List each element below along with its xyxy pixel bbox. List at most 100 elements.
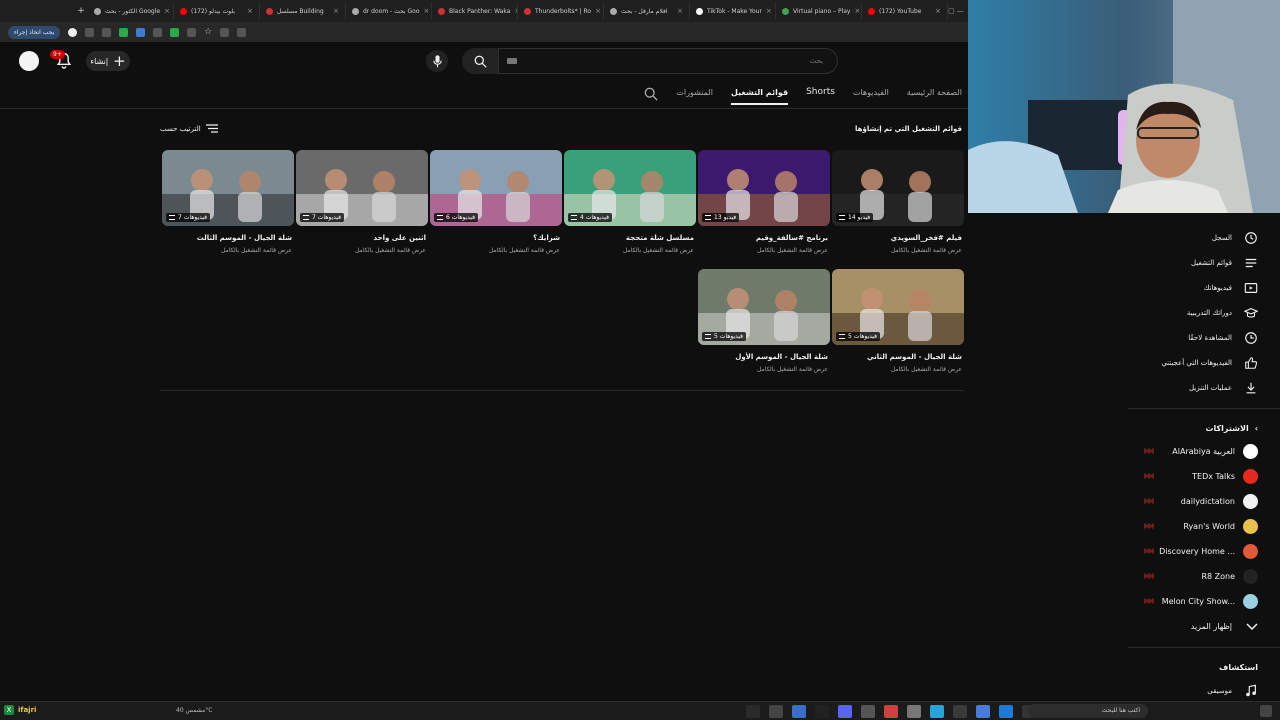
- close-tab-icon[interactable]: ×: [424, 7, 430, 15]
- sidebar-item[interactable]: السجل: [1128, 225, 1280, 250]
- close-tab-icon[interactable]: ×: [935, 7, 941, 15]
- view-full-playlist-link[interactable]: عرض قائمة التشغيل بالكامل: [757, 247, 828, 254]
- close-tab-icon[interactable]: ×: [514, 7, 517, 15]
- app-x-icon[interactable]: X: [4, 705, 14, 715]
- taskbar-app-icon[interactable]: [976, 705, 990, 718]
- close-tab-icon[interactable]: ×: [247, 7, 253, 15]
- close-tab-icon[interactable]: ×: [677, 7, 683, 15]
- taskbar-app-icon[interactable]: [746, 705, 760, 718]
- playlist-title[interactable]: شلة الجيال - الموسم الثالث: [197, 234, 292, 242]
- playlist-thumbnail[interactable]: 7 فيديوهات: [296, 150, 428, 226]
- tab-home[interactable]: الصفحة الرئيسية: [907, 88, 962, 101]
- taskbar-app-icon[interactable]: [861, 705, 875, 718]
- taskbar-app-icon[interactable]: [907, 705, 921, 718]
- sidebar-item[interactable]: عمليات التنزيل: [1128, 375, 1280, 400]
- bookmark-star-icon[interactable]: ☆: [204, 27, 212, 37]
- close-tab-icon[interactable]: ×: [333, 7, 339, 15]
- taskbar-app-icon[interactable]: [953, 705, 967, 718]
- voice-search-button[interactable]: [426, 50, 448, 72]
- sidebar-item[interactable]: فيديوهاتك: [1128, 275, 1280, 300]
- subscription-item[interactable]: Melon City Show...: [1128, 589, 1280, 614]
- playlist-card[interactable]: 5 فيديوهات شلة الجيال - الموسم الأول عرض ق…: [698, 269, 830, 380]
- playlist-card[interactable]: 13 فيديو برنامج #سالفة_وقيم عرض قائمة التش…: [698, 150, 830, 261]
- extension-icon[interactable]: [119, 27, 129, 37]
- tab-shorts[interactable]: Shorts: [806, 87, 835, 101]
- view-full-playlist-link[interactable]: عرض قائمة التشغيل بالكامل: [355, 247, 426, 254]
- close-tab-icon[interactable]: ×: [164, 7, 170, 15]
- extension-icon[interactable]: [187, 27, 197, 37]
- playlist-thumbnail[interactable]: 6 فيديوهات: [430, 150, 562, 226]
- browser-tab[interactable]: الكثور - بحث Google ×: [88, 2, 174, 20]
- browser-tab[interactable]: Virtual piano – Play ×: [776, 2, 862, 20]
- extension-icon[interactable]: [136, 27, 146, 37]
- search-input[interactable]: [498, 48, 838, 74]
- window-controls[interactable]: — ▢: [948, 7, 964, 15]
- channel-search-icon[interactable]: [644, 87, 658, 101]
- view-full-playlist-link[interactable]: عرض قائمة التشغيل بالكامل: [221, 247, 292, 254]
- taskbar-search[interactable]: اكتب هنا للبحث: [1028, 704, 1148, 718]
- playlist-card[interactable]: 7 فيديوهات شلة الجيال - الموسم الثالث عرض …: [162, 150, 294, 261]
- tab-playlists[interactable]: قوائم التشغيل: [730, 88, 789, 105]
- zoom-icon[interactable]: [220, 27, 230, 37]
- extension-icon[interactable]: [153, 27, 163, 37]
- create-button[interactable]: إنشاء +: [86, 51, 130, 71]
- browser-tab[interactable]: (172) YouTube ×: [862, 2, 948, 20]
- extension-icon[interactable]: [170, 27, 180, 37]
- view-full-playlist-link[interactable]: عرض قائمة التشغيل بالكامل: [623, 247, 694, 254]
- view-full-playlist-link[interactable]: عرض قائمة التشغيل بالكامل: [757, 366, 828, 373]
- playlist-card[interactable]: 5 فيديوهات شلة الجيال - الموسم الثاني عرض …: [832, 269, 964, 380]
- browser-tab[interactable]: افلام مارفل - بحث ×: [604, 2, 690, 20]
- playlist-title[interactable]: فيلم #فخر_السويدي: [891, 234, 962, 242]
- weather-widget[interactable]: مشمس 40°C: [176, 707, 212, 714]
- subscription-item[interactable]: dailydictation: [1128, 489, 1280, 514]
- close-tab-icon[interactable]: ×: [854, 7, 860, 15]
- share-icon[interactable]: [237, 27, 247, 37]
- playlist-card[interactable]: 4 فيديوهات مسلسل شلة متحجة عرض قائمة التشغ…: [564, 150, 696, 261]
- settings-icon[interactable]: [769, 705, 783, 718]
- taskbar-app-icon[interactable]: [884, 705, 898, 718]
- account-avatar[interactable]: [19, 51, 39, 71]
- extension-icon[interactable]: [85, 27, 95, 37]
- view-full-playlist-link[interactable]: عرض قائمة التشغيل بالكامل: [489, 247, 560, 254]
- terminal-icon[interactable]: [815, 705, 829, 718]
- new-tab-button[interactable]: +: [74, 6, 88, 16]
- start-button[interactable]: [1260, 705, 1272, 717]
- subscription-item[interactable]: Discovery Home ...: [1128, 539, 1280, 564]
- playlist-thumbnail[interactable]: 7 فيديوهات: [162, 150, 294, 226]
- playlist-card[interactable]: 6 فيديوهات شرايك؟ عرض قائمة التشغيل بالكام…: [430, 150, 562, 261]
- subscriptions-heading[interactable]: الاشتراكات ‹: [1128, 417, 1280, 439]
- keyboard-icon[interactable]: [507, 58, 517, 64]
- playlist-title[interactable]: مسلسل شلة متحجة: [626, 234, 694, 242]
- close-tab-icon[interactable]: ×: [595, 7, 601, 15]
- view-full-playlist-link[interactable]: عرض قائمة التشغيل بالكامل: [891, 247, 962, 254]
- sidebar-item[interactable]: الفيديوهات التي أعجبتني: [1128, 350, 1280, 375]
- subscription-item[interactable]: R8 Zone: [1128, 564, 1280, 589]
- browser-tab[interactable]: (172) بلوت بيدلو ×: [174, 2, 260, 20]
- sidebar-item[interactable]: قوائم التشغيل: [1128, 250, 1280, 275]
- search-button[interactable]: [462, 48, 498, 74]
- close-tab-icon[interactable]: ×: [766, 7, 772, 15]
- playlist-card[interactable]: 14 فيديو فيلم #فخر_السويدي عرض قائمة التشغ…: [832, 150, 964, 261]
- playlist-thumbnail[interactable]: 4 فيديوهات: [564, 150, 696, 226]
- sidebar-item[interactable]: المشاهدة لاحقًا: [1128, 325, 1280, 350]
- profile-icon[interactable]: [68, 27, 78, 37]
- show-more-button[interactable]: إظهار المزيد: [1128, 614, 1280, 639]
- playlist-title[interactable]: شلة الجيال - الموسم الثاني: [867, 353, 962, 361]
- taskbar-app-icon[interactable]: [930, 705, 944, 718]
- subscription-item[interactable]: TEDx Talks: [1128, 464, 1280, 489]
- playlist-thumbnail[interactable]: 13 فيديو: [698, 150, 830, 226]
- browser-tab[interactable]: Black Panther: Waka×: [432, 2, 518, 20]
- edge-icon[interactable]: [999, 705, 1013, 718]
- playlist-title[interactable]: شرايك؟: [533, 234, 560, 242]
- browser-tab[interactable]: Thunderbolts* | Ro ×: [518, 2, 604, 20]
- tab-videos[interactable]: الفيديوهات: [853, 88, 889, 101]
- action-required-chip[interactable]: يجب اتخاذ إجراء: [8, 25, 61, 39]
- view-full-playlist-link[interactable]: عرض قائمة التشغيل بالكامل: [891, 366, 962, 373]
- playlist-thumbnail[interactable]: 5 فيديوهات: [698, 269, 830, 345]
- taskbar-app-icon[interactable]: [792, 705, 806, 718]
- sidebar-item[interactable]: موسيقى: [1128, 678, 1280, 703]
- playlist-title[interactable]: برنامج #سالفة_وقيم: [756, 234, 828, 242]
- playlist-card[interactable]: 7 فيديوهات اثنين على واحد عرض قائمة التشغي…: [296, 150, 428, 261]
- browser-tab[interactable]: dr doom - بحث Goo ×: [346, 2, 432, 20]
- playlist-thumbnail[interactable]: 14 فيديو: [832, 150, 964, 226]
